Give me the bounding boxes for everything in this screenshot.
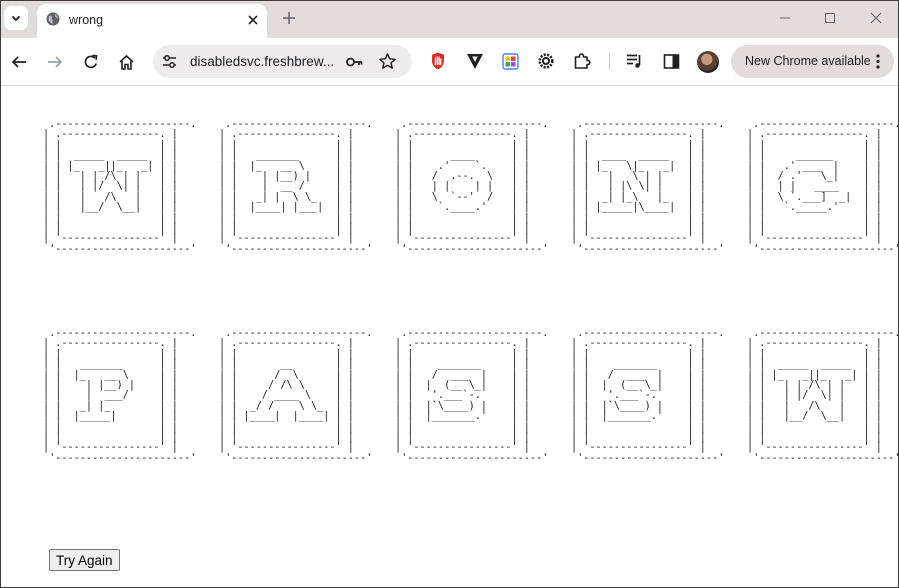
arrow-left-icon (11, 56, 26, 68)
ascii-letter-card: .----------------------. | .------------… (395, 119, 549, 255)
ascii-letter-card: .----------------------. | .------------… (747, 119, 899, 255)
side-panel-button[interactable] (661, 51, 681, 71)
bookmark-star-icon[interactable] (378, 52, 397, 71)
plus-icon (283, 12, 295, 24)
gear-icon (538, 53, 554, 69)
tab-strip: wrong (0, 0, 899, 38)
tab-title: wrong (69, 13, 104, 27)
tab-active[interactable]: wrong (37, 4, 267, 38)
minimize-button[interactable] (776, 9, 794, 27)
extension-shield-icon (467, 54, 483, 69)
media-controls-button[interactable] (625, 51, 645, 71)
try-again-button[interactable]: Try Again (49, 549, 120, 571)
hand-stop-icon (432, 52, 444, 70)
site-settings-icon[interactable] (161, 53, 178, 70)
update-label: New Chrome available (745, 54, 871, 68)
new-tab-button[interactable] (280, 9, 298, 27)
side-panel-icon (663, 53, 679, 69)
globe-icon (46, 12, 60, 26)
playlist-icon (627, 54, 641, 68)
ascii-letter-card: .----------------------. | .------------… (219, 328, 373, 464)
profile-avatar[interactable] (697, 51, 719, 73)
ascii-letter-card: .----------------------. | .------------… (571, 328, 725, 464)
reload-button[interactable] (81, 52, 101, 72)
maximize-button[interactable] (821, 9, 839, 27)
key-icon[interactable] (345, 53, 363, 71)
ascii-letter-card: .----------------------. | .------------… (395, 328, 549, 464)
ascii-letter-card: .----------------------. | .------------… (571, 119, 725, 255)
puzzle-icon (574, 53, 591, 69)
address-bar[interactable]: disabledsvc.freshbrew... (153, 45, 412, 78)
browser-toolbar: disabledsvc.freshbrew... New Chrome avai… (0, 38, 899, 86)
minimize-icon (780, 17, 790, 19)
home-icon (118, 54, 134, 70)
toolbar-separator (609, 54, 610, 70)
ascii-letter-card: .----------------------. | .------------… (43, 119, 197, 255)
maximize-icon (825, 13, 835, 23)
tab-close-button[interactable] (245, 12, 261, 28)
extension-shield-button[interactable] (465, 51, 485, 71)
chevron-down-icon (11, 15, 21, 22)
extensions-button[interactable] (572, 51, 592, 71)
chrome-update-button[interactable]: New Chrome available (731, 45, 894, 78)
more-vert-icon (876, 54, 880, 69)
extension-color-picker-button[interactable] (500, 51, 520, 71)
back-button[interactable] (9, 52, 29, 72)
close-icon (870, 12, 882, 24)
ascii-letter-card: .----------------------. | .------------… (219, 119, 373, 255)
extension-adblock-button[interactable] (428, 51, 448, 71)
close-window-button[interactable] (867, 9, 885, 27)
color-picker-icon (501, 52, 519, 70)
reload-icon (84, 54, 98, 69)
close-icon (248, 15, 258, 25)
tab-search-button[interactable] (4, 6, 28, 30)
home-button[interactable] (116, 52, 136, 72)
ascii-letter-card: .----------------------. | .------------… (747, 328, 899, 464)
page-content: .----------------------. | .------------… (0, 86, 899, 588)
extension-gear-button[interactable] (536, 51, 556, 71)
arrow-right-icon (48, 56, 63, 68)
address-url: disabledsvc.freshbrew... (190, 54, 335, 69)
forward-button[interactable] (45, 52, 65, 72)
ascii-letter-card: .----------------------. | .------------… (43, 328, 197, 464)
